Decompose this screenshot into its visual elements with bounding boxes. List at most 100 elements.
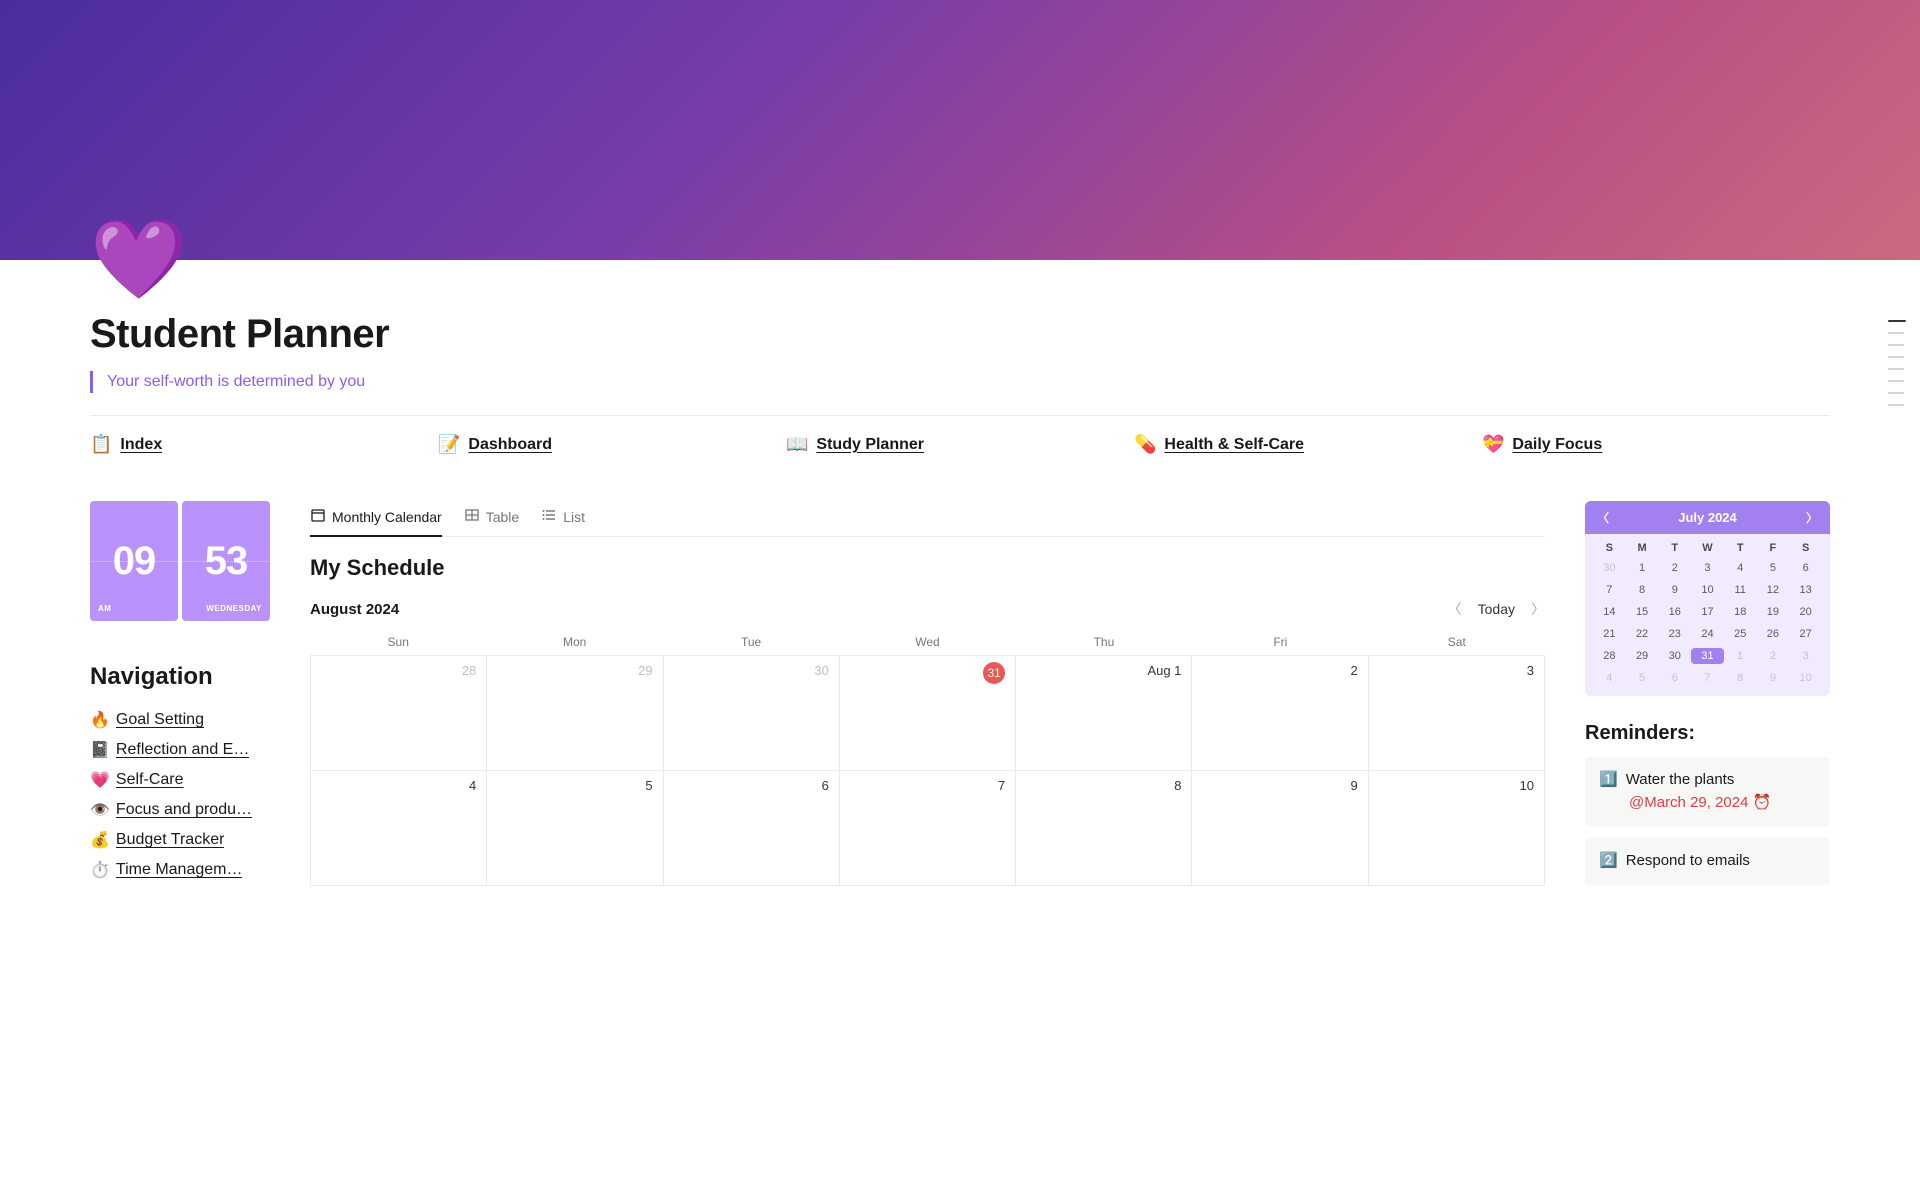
calendar-cell[interactable]: 2 — [1192, 656, 1368, 771]
schedule-next-icon[interactable]: 〉 — [1531, 599, 1545, 619]
mini-cal-day[interactable]: 31 — [1691, 648, 1724, 664]
mini-cal-day[interactable]: 30 — [1593, 560, 1626, 576]
mini-cal-day[interactable]: 20 — [1789, 604, 1822, 620]
mini-cal-day[interactable]: 9 — [1757, 670, 1790, 686]
mini-cal-day[interactable]: 27 — [1789, 626, 1822, 642]
top-nav-item[interactable]: 💝Daily Focus — [1482, 434, 1830, 455]
calendar-cell[interactable]: 4 — [311, 771, 487, 886]
calendar-cell[interactable]: 28 — [311, 656, 487, 771]
mini-cal-day[interactable]: 23 — [1658, 626, 1691, 642]
clock-minute-card: 53 WEDNESDAY — [182, 501, 270, 621]
mini-cal-day[interactable]: 30 — [1658, 648, 1691, 664]
mini-cal-day[interactable]: 2 — [1757, 648, 1790, 664]
nav-row[interactable]: 📓Reflection and E… — [90, 735, 270, 765]
calendar-dow-header: SunMonTueWedThuFriSat — [310, 629, 1545, 655]
mini-cal-dow: M — [1626, 542, 1659, 554]
mini-cal-day[interactable]: 13 — [1789, 582, 1822, 598]
calendar-day-number: Aug 1 — [1147, 663, 1181, 678]
mini-cal-day[interactable]: 21 — [1593, 626, 1626, 642]
mini-cal-day[interactable]: 17 — [1691, 604, 1724, 620]
calendar-cell[interactable]: 10 — [1369, 771, 1545, 886]
schedule-today-button[interactable]: Today — [1478, 601, 1515, 617]
mini-cal-day[interactable]: 7 — [1691, 670, 1724, 686]
mini-cal-day[interactable]: 8 — [1724, 670, 1757, 686]
nav-row-label: Goal Setting — [116, 711, 204, 729]
top-nav-item[interactable]: 📝Dashboard — [438, 434, 786, 455]
nav-row[interactable]: ⏱️Time Managem… — [90, 855, 270, 885]
mini-cal-day[interactable]: 14 — [1593, 604, 1626, 620]
calendar-cell[interactable]: Aug 1 — [1016, 656, 1192, 771]
nav-row[interactable]: 💰Budget Tracker — [90, 825, 270, 855]
clock-minute: 53 — [205, 539, 248, 584]
calendar-cell[interactable]: 9 — [1192, 771, 1368, 886]
top-nav-item[interactable]: 📋Index — [90, 434, 438, 455]
mini-cal-day[interactable]: 1 — [1626, 560, 1659, 576]
mini-cal-day[interactable]: 10 — [1789, 670, 1822, 686]
mini-cal-day[interactable]: 3 — [1691, 560, 1724, 576]
calendar-cell[interactable]: 5 — [487, 771, 663, 886]
mini-cal-day[interactable]: 22 — [1626, 626, 1659, 642]
calendar-cell[interactable]: 7 — [840, 771, 1016, 886]
mini-cal-day[interactable]: 11 — [1724, 582, 1757, 598]
schedule-month-label: August 2024 — [310, 601, 399, 618]
mini-cal-day[interactable]: 4 — [1593, 670, 1626, 686]
mini-cal-day[interactable]: 6 — [1789, 560, 1822, 576]
calendar-cell[interactable]: 30 — [664, 656, 840, 771]
mini-cal-day[interactable]: 18 — [1724, 604, 1757, 620]
mini-cal-day[interactable]: 4 — [1724, 560, 1757, 576]
mini-cal-day[interactable]: 5 — [1757, 560, 1790, 576]
calendar-cell[interactable]: 8 — [1016, 771, 1192, 886]
mini-cal-next-icon[interactable]: 〉 — [1806, 509, 1818, 526]
mini-cal-day[interactable]: 25 — [1724, 626, 1757, 642]
view-tab[interactable]: Table — [464, 501, 519, 536]
mini-cal-day[interactable]: 24 — [1691, 626, 1724, 642]
mini-cal-day[interactable]: 3 — [1789, 648, 1822, 664]
nav-emoji-icon: 📖 — [786, 434, 808, 455]
reminder-card[interactable]: 2️⃣Respond to emails — [1585, 838, 1830, 885]
nav-row[interactable]: 💗Self-Care — [90, 765, 270, 795]
mini-cal-day[interactable]: 5 — [1626, 670, 1659, 686]
calendar-day-number: 2 — [1350, 663, 1357, 678]
outline-indicator[interactable] — [1888, 320, 1906, 406]
nav-emoji-icon: 💝 — [1482, 434, 1504, 455]
page-icon[interactable]: 💜 — [90, 214, 187, 306]
mini-cal-day[interactable]: 16 — [1658, 604, 1691, 620]
nav-row[interactable]: 🔥Goal Setting — [90, 705, 270, 735]
mini-cal-day[interactable]: 8 — [1626, 582, 1659, 598]
mini-cal-day[interactable]: 29 — [1626, 648, 1659, 664]
schedule-prev-icon[interactable]: 〈 — [1448, 599, 1462, 619]
mini-cal-day[interactable]: 2 — [1658, 560, 1691, 576]
mini-calendar: 〈 July 2024 〉 SMTWTFS3012345678910111213… — [1585, 501, 1830, 696]
mini-cal-day[interactable]: 15 — [1626, 604, 1659, 620]
mini-cal-prev-icon[interactable]: 〈 — [1597, 509, 1609, 526]
view-tab[interactable]: List — [541, 501, 585, 536]
nav-row[interactable]: 👁️Focus and produ… — [90, 795, 270, 825]
calendar-day-number: 29 — [638, 663, 652, 678]
mini-cal-dow: S — [1593, 542, 1626, 554]
mini-cal-day[interactable]: 26 — [1757, 626, 1790, 642]
top-nav-item[interactable]: 📖Study Planner — [786, 434, 1134, 455]
reminders-heading: Reminders: — [1585, 722, 1830, 745]
navigation-list: 🔥Goal Setting📓Reflection and E…💗Self-Car… — [90, 705, 270, 885]
mini-cal-day[interactable]: 10 — [1691, 582, 1724, 598]
mini-cal-dow: T — [1724, 542, 1757, 554]
reminder-card[interactable]: 1️⃣Water the plants@March 29, 2024 ⏰ — [1585, 757, 1830, 826]
mini-cal-day[interactable]: 28 — [1593, 648, 1626, 664]
calendar-cell[interactable]: 6 — [664, 771, 840, 886]
mini-cal-day[interactable]: 6 — [1658, 670, 1691, 686]
calendar-day-number: 5 — [645, 778, 652, 793]
mini-cal-day[interactable]: 1 — [1724, 648, 1757, 664]
calendar-cell[interactable]: 29 — [487, 656, 663, 771]
calendar-cell[interactable]: 31 — [840, 656, 1016, 771]
view-tab[interactable]: Monthly Calendar — [310, 501, 442, 536]
calendar-cell[interactable]: 3 — [1369, 656, 1545, 771]
top-nav-item[interactable]: 💊Health & Self-Care — [1134, 434, 1482, 455]
mini-cal-day[interactable]: 19 — [1757, 604, 1790, 620]
nav-row-icon: 📓 — [90, 740, 110, 760]
navigation-heading: Navigation — [90, 663, 270, 691]
mini-cal-day[interactable]: 12 — [1757, 582, 1790, 598]
mini-cal-day[interactable]: 7 — [1593, 582, 1626, 598]
calendar-day-number: 10 — [1520, 778, 1534, 793]
mini-cal-day[interactable]: 9 — [1658, 582, 1691, 598]
calendar-dow: Fri — [1192, 629, 1368, 655]
